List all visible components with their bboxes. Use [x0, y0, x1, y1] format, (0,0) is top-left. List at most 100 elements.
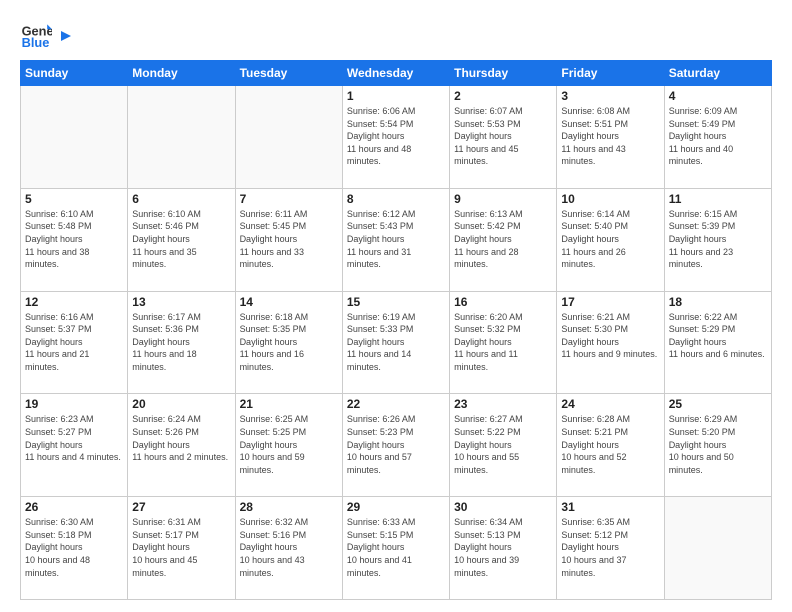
day-info: Sunrise: 6:16 AMSunset: 5:37 PMDaylight …: [25, 311, 123, 374]
calendar-cell: 2 Sunrise: 6:07 AMSunset: 5:53 PMDaylight…: [450, 86, 557, 189]
day-info: Sunrise: 6:21 AMSunset: 5:30 PMDaylight …: [561, 311, 659, 361]
calendar-cell: 14Sunrise: 6:18 AMSunset: 5:35 PMDayligh…: [235, 291, 342, 394]
calendar-cell: 17 Sunrise: 6:21 AMSunset: 5:30 PMDayligh…: [557, 291, 664, 394]
week-row-1: 5 Sunrise: 6:10 AMSunset: 5:48 PMDaylight…: [21, 188, 772, 291]
calendar-cell: 25Sunrise: 6:29 AMSunset: 5:20 PMDayligh…: [664, 394, 771, 497]
day-number: 29: [347, 500, 445, 514]
header: General Blue: [20, 18, 772, 50]
day-info: Sunrise: 6:17 AMSunset: 5:36 PMDaylight …: [132, 311, 230, 374]
day-info: Sunrise: 6:26 AMSunset: 5:23 PMDaylight …: [347, 413, 445, 476]
day-info: Sunrise: 6:19 AMSunset: 5:33 PMDaylight …: [347, 311, 445, 374]
weekday-header-saturday: Saturday: [664, 61, 771, 86]
calendar-cell: 6 Sunrise: 6:10 AMSunset: 5:46 PMDaylight…: [128, 188, 235, 291]
day-info: Sunrise: 6:15 AMSunset: 5:39 PMDaylight …: [669, 208, 767, 271]
calendar-cell: [21, 86, 128, 189]
day-number: 1: [347, 89, 445, 103]
day-number: 28: [240, 500, 338, 514]
day-number: 15: [347, 295, 445, 309]
day-number: 22: [347, 397, 445, 411]
day-info: Sunrise: 6:13 AMSunset: 5:42 PMDaylight …: [454, 208, 552, 271]
day-number: 18: [669, 295, 767, 309]
calendar-cell: 11 Sunrise: 6:15 AMSunset: 5:39 PMDayligh…: [664, 188, 771, 291]
day-info: Sunrise: 6:10 AMSunset: 5:46 PMDaylight …: [132, 208, 230, 271]
day-info: Sunrise: 6:12 AMSunset: 5:43 PMDaylight …: [347, 208, 445, 271]
calendar-cell: [128, 86, 235, 189]
week-row-0: 1 Sunrise: 6:06 AMSunset: 5:54 PMDaylight…: [21, 86, 772, 189]
day-info: Sunrise: 6:22 AMSunset: 5:29 PMDaylight …: [669, 311, 767, 361]
calendar-cell: 24 Sunrise: 6:28 AMSunset: 5:21 PMDayligh…: [557, 394, 664, 497]
day-info: Sunrise: 6:32 AMSunset: 5:16 PMDaylight …: [240, 516, 338, 579]
day-number: 5: [25, 192, 123, 206]
weekday-header-wednesday: Wednesday: [342, 61, 449, 86]
weekday-header-row: SundayMondayTuesdayWednesdayThursdayFrid…: [21, 61, 772, 86]
day-number: 11: [669, 192, 767, 206]
calendar-cell: 29Sunrise: 6:33 AMSunset: 5:15 PMDayligh…: [342, 497, 449, 600]
day-number: 4: [669, 89, 767, 103]
weekday-header-monday: Monday: [128, 61, 235, 86]
day-number: 25: [669, 397, 767, 411]
weekday-header-tuesday: Tuesday: [235, 61, 342, 86]
day-number: 12: [25, 295, 123, 309]
calendar-cell: 3Sunrise: 6:08 AMSunset: 5:51 PMDaylight…: [557, 86, 664, 189]
page: General Blue SundayMondayTuesdayWed: [0, 0, 792, 612]
day-info: Sunrise: 6:25 AMSunset: 5:25 PMDaylight …: [240, 413, 338, 476]
day-number: 8: [347, 192, 445, 206]
day-number: 13: [132, 295, 230, 309]
calendar-cell: 9 Sunrise: 6:13 AMSunset: 5:42 PMDaylight…: [450, 188, 557, 291]
day-info: Sunrise: 6:35 AMSunset: 5:12 PMDaylight …: [561, 516, 659, 579]
day-info: Sunrise: 6:31 AMSunset: 5:17 PMDaylight …: [132, 516, 230, 579]
day-number: 16: [454, 295, 552, 309]
day-number: 30: [454, 500, 552, 514]
week-row-4: 26Sunrise: 6:30 AMSunset: 5:18 PMDayligh…: [21, 497, 772, 600]
calendar-cell: 13 Sunrise: 6:17 AMSunset: 5:36 PMDayligh…: [128, 291, 235, 394]
calendar-cell: [664, 497, 771, 600]
calendar-cell: [235, 86, 342, 189]
day-info: Sunrise: 6:07 AMSunset: 5:53 PMDaylight …: [454, 105, 552, 168]
day-number: 10: [561, 192, 659, 206]
calendar-cell: 22 Sunrise: 6:26 AMSunset: 5:23 PMDayligh…: [342, 394, 449, 497]
day-number: 20: [132, 397, 230, 411]
day-info: Sunrise: 6:27 AMSunset: 5:22 PMDaylight …: [454, 413, 552, 476]
calendar-cell: 18 Sunrise: 6:22 AMSunset: 5:29 PMDayligh…: [664, 291, 771, 394]
week-row-2: 12 Sunrise: 6:16 AMSunset: 5:37 PMDayligh…: [21, 291, 772, 394]
calendar-cell: 5 Sunrise: 6:10 AMSunset: 5:48 PMDaylight…: [21, 188, 128, 291]
weekday-header-thursday: Thursday: [450, 61, 557, 86]
calendar-cell: 28 Sunrise: 6:32 AMSunset: 5:16 PMDayligh…: [235, 497, 342, 600]
day-info: Sunrise: 6:11 AMSunset: 5:45 PMDaylight …: [240, 208, 338, 271]
calendar-cell: 7Sunrise: 6:11 AMSunset: 5:45 PMDaylight…: [235, 188, 342, 291]
svg-text:Blue: Blue: [22, 35, 50, 50]
day-info: Sunrise: 6:20 AMSunset: 5:32 PMDaylight …: [454, 311, 552, 374]
calendar-cell: 15 Sunrise: 6:19 AMSunset: 5:33 PMDayligh…: [342, 291, 449, 394]
day-info: Sunrise: 6:14 AMSunset: 5:40 PMDaylight …: [561, 208, 659, 271]
weekday-header-friday: Friday: [557, 61, 664, 86]
calendar-cell: 23 Sunrise: 6:27 AMSunset: 5:22 PMDayligh…: [450, 394, 557, 497]
calendar-cell: 10 Sunrise: 6:14 AMSunset: 5:40 PMDayligh…: [557, 188, 664, 291]
day-number: 23: [454, 397, 552, 411]
calendar-cell: 12 Sunrise: 6:16 AMSunset: 5:37 PMDayligh…: [21, 291, 128, 394]
day-number: 6: [132, 192, 230, 206]
weekday-header-sunday: Sunday: [21, 61, 128, 86]
day-number: 26: [25, 500, 123, 514]
day-number: 19: [25, 397, 123, 411]
day-info: Sunrise: 6:28 AMSunset: 5:21 PMDaylight …: [561, 413, 659, 476]
day-number: 2: [454, 89, 552, 103]
calendar-cell: 26Sunrise: 6:30 AMSunset: 5:18 PMDayligh…: [21, 497, 128, 600]
day-number: 17: [561, 295, 659, 309]
logo-arrow-icon: [57, 27, 75, 45]
day-number: 9: [454, 192, 552, 206]
calendar-cell: 4 Sunrise: 6:09 AMSunset: 5:49 PMDaylight…: [664, 86, 771, 189]
day-info: Sunrise: 6:23 AMSunset: 5:27 PMDaylight …: [25, 413, 123, 463]
day-number: 3: [561, 89, 659, 103]
day-info: Sunrise: 6:10 AMSunset: 5:48 PMDaylight …: [25, 208, 123, 271]
day-number: 24: [561, 397, 659, 411]
logo-icon: General Blue: [20, 18, 52, 50]
day-number: 27: [132, 500, 230, 514]
day-info: Sunrise: 6:34 AMSunset: 5:13 PMDaylight …: [454, 516, 552, 579]
calendar-table: SundayMondayTuesdayWednesdayThursdayFrid…: [20, 60, 772, 600]
calendar-cell: 16 Sunrise: 6:20 AMSunset: 5:32 PMDayligh…: [450, 291, 557, 394]
day-info: Sunrise: 6:06 AMSunset: 5:54 PMDaylight …: [347, 105, 445, 168]
calendar-cell: 20Sunrise: 6:24 AMSunset: 5:26 PMDayligh…: [128, 394, 235, 497]
calendar-cell: 21Sunrise: 6:25 AMSunset: 5:25 PMDayligh…: [235, 394, 342, 497]
day-info: Sunrise: 6:09 AMSunset: 5:49 PMDaylight …: [669, 105, 767, 168]
calendar-cell: 30 Sunrise: 6:34 AMSunset: 5:13 PMDayligh…: [450, 497, 557, 600]
